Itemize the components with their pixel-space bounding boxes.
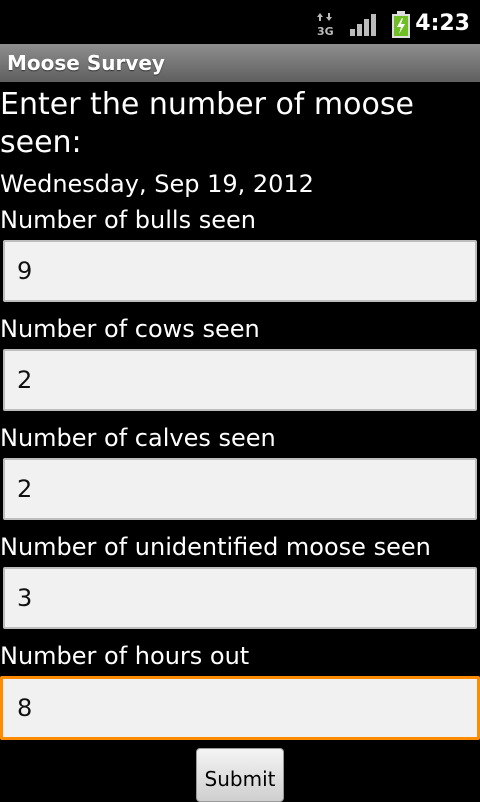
cows-input[interactable] [3, 349, 477, 411]
calves-input[interactable] [3, 458, 477, 520]
cows-label: Number of cows seen [0, 315, 260, 343]
title-bar: Moose Survey [0, 44, 480, 82]
status-time: 4:23 [415, 11, 470, 36]
status-bar: 3G 4:23 [0, 0, 480, 50]
3g-data-icon: 3G [317, 13, 334, 37]
unidentified-label: Number of unidentified moose seen [0, 533, 431, 561]
unidentified-input[interactable] [3, 567, 477, 629]
signal-icon [350, 14, 376, 36]
hours-input[interactable] [0, 676, 480, 740]
survey-date: Wednesday, Sep 19, 2012 [0, 170, 314, 198]
battery-charging-icon [392, 11, 410, 38]
app-title: Moose Survey [7, 51, 165, 75]
calves-label: Number of calves seen [0, 424, 276, 452]
submit-button[interactable]: Submit [196, 748, 284, 802]
bulls-input[interactable] [3, 240, 477, 302]
form-heading: Enter the number of moose seen: [0, 87, 414, 160]
hours-label: Number of hours out [0, 642, 250, 670]
bulls-label: Number of bulls seen [0, 206, 256, 234]
svg-text:3G: 3G [317, 25, 334, 37]
